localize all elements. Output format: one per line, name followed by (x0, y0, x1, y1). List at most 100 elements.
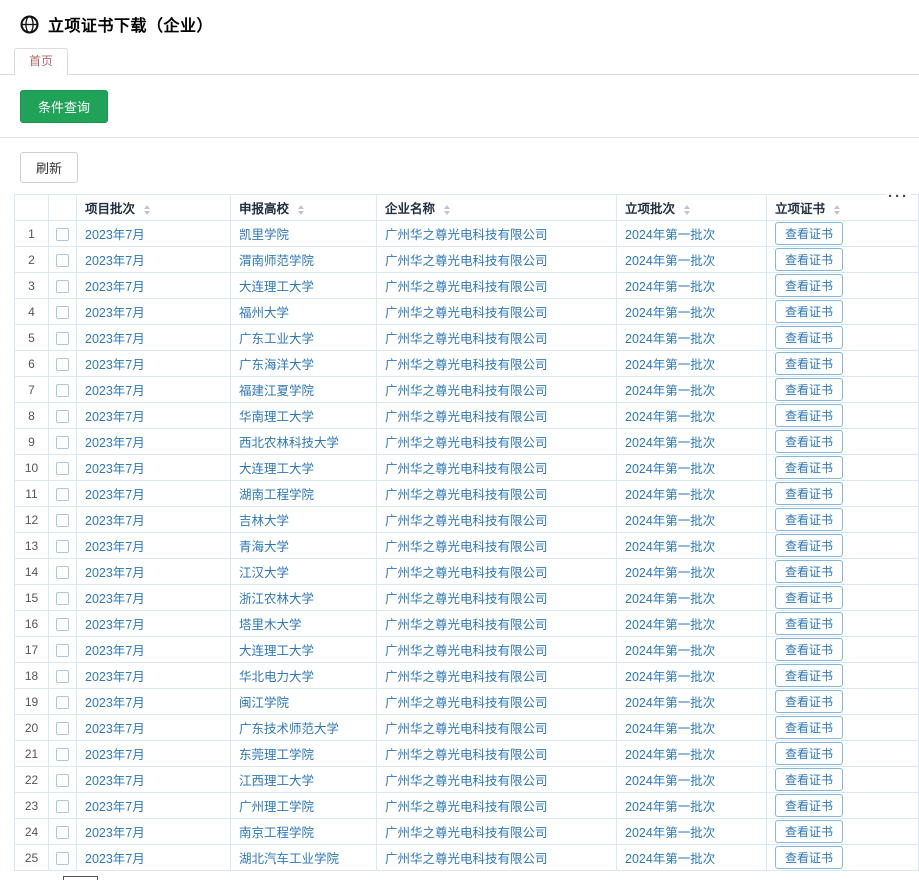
project-batch-cell: 2023年7月 (77, 715, 231, 741)
school-cell: 大连理工大学 (231, 273, 377, 299)
view-cert-button[interactable]: 查看证书 (775, 482, 843, 505)
cert-cell: 查看证书 (767, 403, 919, 429)
row-checkbox[interactable] (56, 774, 69, 787)
table-row: 18 2023年7月 华北电力大学 广州华之尊光电科技有限公司 2024年第一批… (15, 663, 919, 689)
company-cell: 广州华之尊光电科技有限公司 (377, 845, 617, 871)
row-checkbox-cell (49, 819, 77, 845)
row-checkbox[interactable] (56, 514, 69, 527)
row-checkbox[interactable] (56, 748, 69, 761)
row-index: 1 (15, 221, 49, 247)
row-checkbox[interactable] (56, 618, 69, 631)
view-cert-button[interactable]: 查看证书 (775, 560, 843, 583)
table-row: 9 2023年7月 西北农林科技大学 广州华之尊光电科技有限公司 2024年第一… (15, 429, 919, 455)
prev-page-button[interactable]: « (42, 876, 49, 880)
project-batch-cell: 2023年7月 (77, 299, 231, 325)
cert-cell: 查看证书 (767, 585, 919, 611)
view-cert-button[interactable]: 查看证书 (775, 820, 843, 843)
col-header-company[interactable]: 企业名称 (377, 195, 617, 221)
row-checkbox[interactable] (56, 852, 69, 865)
project-batch-cell: 2023年7月 (77, 325, 231, 351)
col-header-school[interactable]: 申报高校 (231, 195, 377, 221)
row-index: 19 (15, 689, 49, 715)
view-cert-button[interactable]: 查看证书 (775, 638, 843, 661)
view-cert-button[interactable]: 查看证书 (775, 508, 843, 531)
query-button[interactable]: 条件查询 (20, 90, 108, 123)
table-row: 23 2023年7月 广州理工学院 广州华之尊光电科技有限公司 2024年第一批… (15, 793, 919, 819)
row-checkbox[interactable] (56, 540, 69, 553)
row-checkbox[interactable] (56, 436, 69, 449)
view-cert-button[interactable]: 查看证书 (775, 716, 843, 739)
view-cert-button[interactable]: 查看证书 (775, 430, 843, 453)
table-row: 24 2023年7月 南京工程学院 广州华之尊光电科技有限公司 2024年第一批… (15, 819, 919, 845)
cert-cell: 查看证书 (767, 481, 919, 507)
row-checkbox-cell (49, 325, 77, 351)
row-index: 24 (15, 819, 49, 845)
refresh-button[interactable]: 刷新 (20, 152, 78, 183)
page-link[interactable]: 3 (133, 876, 140, 880)
sort-icon (684, 205, 690, 215)
approval-batch-cell: 2024年第一批次 (617, 663, 767, 689)
row-index: 9 (15, 429, 49, 455)
view-cert-button[interactable]: 查看证书 (775, 456, 843, 479)
view-cert-button[interactable]: 查看证书 (775, 274, 843, 297)
approval-batch-cell: 2024年第一批次 (617, 637, 767, 663)
view-cert-button[interactable]: 查看证书 (775, 664, 843, 687)
company-cell: 广州华之尊光电科技有限公司 (377, 507, 617, 533)
row-checkbox[interactable] (56, 592, 69, 605)
view-cert-button[interactable]: 查看证书 (775, 300, 843, 323)
row-checkbox[interactable] (56, 800, 69, 813)
col-header-batch[interactable]: 项目批次 (77, 195, 231, 221)
approval-batch-cell: 2024年第一批次 (617, 273, 767, 299)
row-checkbox[interactable] (56, 488, 69, 501)
row-index: 7 (15, 377, 49, 403)
row-checkbox[interactable] (56, 306, 69, 319)
view-cert-button[interactable]: 查看证书 (775, 742, 843, 765)
view-cert-button[interactable]: 查看证书 (775, 378, 843, 401)
row-checkbox[interactable] (56, 410, 69, 423)
page-title: 立项证书下载（企业） (48, 12, 213, 36)
view-cert-button[interactable]: 查看证书 (775, 248, 843, 271)
page-link[interactable]: 5 (176, 876, 183, 880)
approval-batch-cell: 2024年第一批次 (617, 247, 767, 273)
approval-batch-cell: 2024年第一批次 (617, 299, 767, 325)
row-checkbox[interactable] (56, 384, 69, 397)
view-cert-button[interactable]: 查看证书 (775, 690, 843, 713)
view-cert-button[interactable]: 查看证书 (775, 404, 843, 427)
view-cert-button[interactable]: 查看证书 (775, 768, 843, 791)
row-checkbox[interactable] (56, 566, 69, 579)
view-cert-button[interactable]: 查看证书 (775, 794, 843, 817)
row-checkbox[interactable] (56, 332, 69, 345)
current-page-box[interactable]: 1 (63, 876, 98, 880)
view-cert-button[interactable]: 查看证书 (775, 326, 843, 349)
row-checkbox[interactable] (56, 228, 69, 241)
row-checkbox[interactable] (56, 696, 69, 709)
table-row: 7 2023年7月 福建江夏学院 广州华之尊光电科技有限公司 2024年第一批次… (15, 377, 919, 403)
row-checkbox[interactable] (56, 644, 69, 657)
row-checkbox[interactable] (56, 358, 69, 371)
row-checkbox[interactable] (56, 722, 69, 735)
view-cert-button[interactable]: 查看证书 (775, 612, 843, 635)
view-cert-button[interactable]: 查看证书 (775, 222, 843, 245)
more-columns-button[interactable]: ··· (886, 187, 911, 206)
project-batch-cell: 2023年7月 (77, 689, 231, 715)
approval-batch-cell: 2024年第一批次 (617, 715, 767, 741)
page-link[interactable]: 4 (154, 876, 161, 880)
project-batch-cell: 2023年7月 (77, 403, 231, 429)
view-cert-button[interactable]: 查看证书 (775, 534, 843, 557)
view-cert-button[interactable]: 查看证书 (775, 586, 843, 609)
row-checkbox[interactable] (56, 280, 69, 293)
row-checkbox[interactable] (56, 670, 69, 683)
school-cell: 大连理工大学 (231, 637, 377, 663)
row-checkbox[interactable] (56, 462, 69, 475)
view-cert-button[interactable]: 查看证书 (775, 846, 843, 869)
tab-home[interactable]: 首页 (14, 48, 68, 75)
view-cert-button[interactable]: 查看证书 (775, 352, 843, 375)
row-checkbox[interactable] (56, 826, 69, 839)
project-batch-cell: 2023年7月 (77, 767, 231, 793)
row-checkbox[interactable] (56, 254, 69, 267)
school-cell: 西北农林科技大学 (231, 429, 377, 455)
col-header-cert-label: 立项证书 (775, 202, 825, 216)
page-link[interactable]: 2 (112, 876, 119, 880)
col-header-approval[interactable]: 立项批次 (617, 195, 767, 221)
project-batch-cell: 2023年7月 (77, 533, 231, 559)
